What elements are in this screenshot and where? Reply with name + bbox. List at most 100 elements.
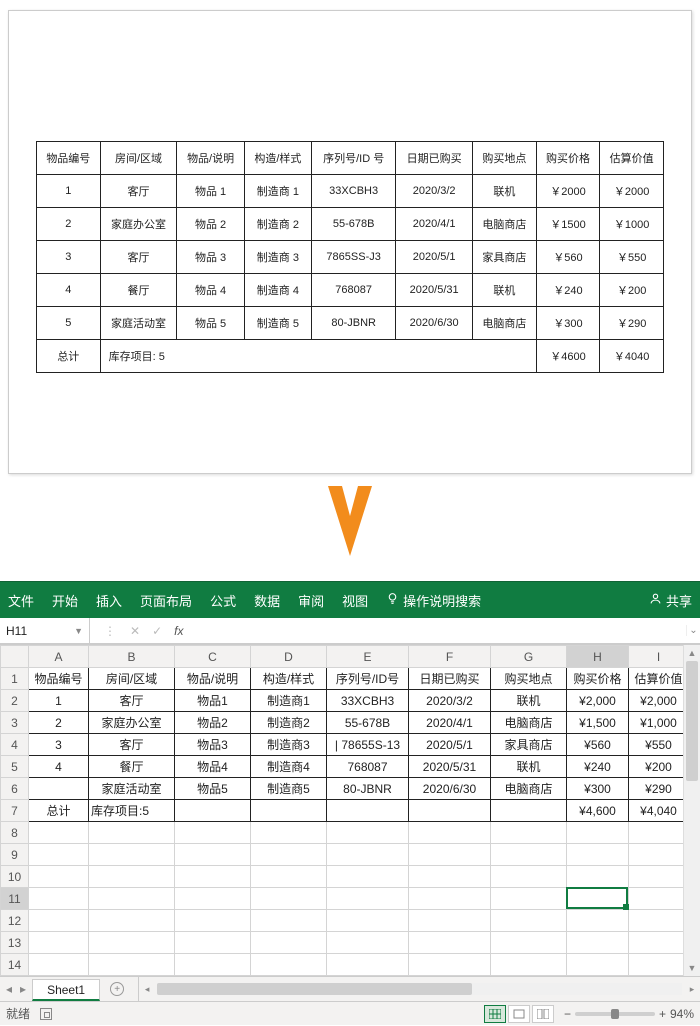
- cell[interactable]: [567, 888, 629, 910]
- zoom-slider[interactable]: − + 94%: [564, 1007, 694, 1021]
- cell[interactable]: 序列号/ID号: [327, 668, 409, 690]
- tell-me[interactable]: 操作说明搜索: [386, 591, 481, 610]
- cell[interactable]: 33XCBH3: [327, 690, 409, 712]
- col-header-E[interactable]: E: [327, 646, 409, 668]
- zoom-level[interactable]: 94%: [670, 1007, 694, 1021]
- cell[interactable]: [29, 778, 89, 800]
- ribbon-tab-insert[interactable]: 插入: [96, 591, 122, 610]
- name-box[interactable]: H11 ▼: [0, 618, 90, 643]
- ribbon-tab-home[interactable]: 开始: [52, 591, 78, 610]
- cell[interactable]: [491, 932, 567, 954]
- cell[interactable]: [491, 910, 567, 932]
- row-header-10[interactable]: 10: [1, 866, 29, 888]
- cell[interactable]: 总计: [29, 800, 89, 822]
- cell[interactable]: 物品编号: [29, 668, 89, 690]
- record-macro-icon[interactable]: [40, 1008, 52, 1020]
- cell[interactable]: 家具商店: [491, 734, 567, 756]
- cell[interactable]: | 78655S-13: [327, 734, 409, 756]
- tab-nav-next-icon[interactable]: ▸: [20, 982, 26, 996]
- cell[interactable]: [629, 844, 684, 866]
- cell[interactable]: 3: [29, 734, 89, 756]
- zoom-in-icon[interactable]: +: [659, 1007, 666, 1021]
- cell[interactable]: [629, 822, 684, 844]
- col-header-G[interactable]: G: [491, 646, 567, 668]
- ribbon-tab-file[interactable]: 文件: [8, 591, 34, 610]
- expand-icon[interactable]: ⌄: [686, 625, 700, 636]
- cell[interactable]: [567, 910, 629, 932]
- cell[interactable]: 客厅: [89, 734, 175, 756]
- cell[interactable]: 制造商1: [251, 690, 327, 712]
- cell[interactable]: ¥240: [567, 756, 629, 778]
- cell[interactable]: [251, 844, 327, 866]
- col-header-B[interactable]: B: [89, 646, 175, 668]
- zoom-out-icon[interactable]: −: [564, 1007, 571, 1021]
- cell[interactable]: [491, 866, 567, 888]
- cell[interactable]: [629, 910, 684, 932]
- scroll-down-icon[interactable]: ▼: [684, 960, 700, 976]
- col-header-F[interactable]: F: [409, 646, 491, 668]
- cell[interactable]: [175, 910, 251, 932]
- cell[interactable]: [251, 866, 327, 888]
- row-header-2[interactable]: 2: [1, 690, 29, 712]
- cell[interactable]: [175, 888, 251, 910]
- cell[interactable]: 物品3: [175, 734, 251, 756]
- cell[interactable]: ¥2,000: [629, 690, 684, 712]
- ribbon-tab-data[interactable]: 数据: [254, 591, 280, 610]
- cell[interactable]: [89, 910, 175, 932]
- cell[interactable]: [251, 800, 327, 822]
- cell[interactable]: 餐厅: [89, 756, 175, 778]
- cell[interactable]: 制造商3: [251, 734, 327, 756]
- cell[interactable]: 购买价格: [567, 668, 629, 690]
- cell[interactable]: [629, 932, 684, 954]
- horizontal-scrollbar[interactable]: ◂ ▸: [138, 977, 700, 1001]
- spreadsheet-grid[interactable]: A B C D E F G H I 1物品编号房间/区域物品/说明构造/样式序列…: [0, 645, 683, 976]
- cell[interactable]: [567, 954, 629, 976]
- cell[interactable]: [491, 800, 567, 822]
- cell[interactable]: 联机: [491, 690, 567, 712]
- cell[interactable]: 55-678B: [327, 712, 409, 734]
- row-header-13[interactable]: 13: [1, 932, 29, 954]
- cell[interactable]: 构造/样式: [251, 668, 327, 690]
- cell[interactable]: 768087: [327, 756, 409, 778]
- page-layout-view-button[interactable]: [508, 1005, 530, 1023]
- hscroll-thumb[interactable]: [157, 983, 472, 995]
- cell[interactable]: [89, 932, 175, 954]
- ribbon-tab-layout[interactable]: 页面布局: [140, 591, 192, 610]
- cell[interactable]: [327, 844, 409, 866]
- cell[interactable]: [491, 822, 567, 844]
- cell[interactable]: 2020/3/2: [409, 690, 491, 712]
- sheet-tab-sheet1[interactable]: Sheet1: [32, 979, 100, 1001]
- cell[interactable]: ¥2,000: [567, 690, 629, 712]
- cell[interactable]: [175, 822, 251, 844]
- cell[interactable]: ¥1,500: [567, 712, 629, 734]
- share-button[interactable]: 共享: [649, 591, 692, 610]
- vertical-scrollbar[interactable]: ▲ ▼: [683, 645, 700, 976]
- cell[interactable]: [29, 822, 89, 844]
- row-header-12[interactable]: 12: [1, 910, 29, 932]
- cell[interactable]: 制造商4: [251, 756, 327, 778]
- cell[interactable]: 联机: [491, 756, 567, 778]
- cell[interactable]: [175, 932, 251, 954]
- cell[interactable]: 电脑商店: [491, 712, 567, 734]
- cell[interactable]: [629, 866, 684, 888]
- cell[interactable]: [175, 844, 251, 866]
- cell[interactable]: [175, 866, 251, 888]
- normal-view-button[interactable]: [484, 1005, 506, 1023]
- scroll-up-icon[interactable]: ▲: [684, 645, 700, 661]
- cell[interactable]: [89, 888, 175, 910]
- zoom-thumb[interactable]: [611, 1009, 619, 1019]
- cell[interactable]: [175, 954, 251, 976]
- cell[interactable]: [409, 888, 491, 910]
- cell[interactable]: 日期已购买: [409, 668, 491, 690]
- cell[interactable]: 物品5: [175, 778, 251, 800]
- fx-icon[interactable]: fx: [168, 624, 189, 638]
- cell[interactable]: [409, 866, 491, 888]
- select-all-corner[interactable]: [1, 646, 29, 668]
- cell[interactable]: ¥4,040: [629, 800, 684, 822]
- row-header-14[interactable]: 14: [1, 954, 29, 976]
- cell[interactable]: [491, 954, 567, 976]
- cell[interactable]: 物品1: [175, 690, 251, 712]
- cell[interactable]: [409, 800, 491, 822]
- cell[interactable]: [251, 888, 327, 910]
- cell[interactable]: [409, 954, 491, 976]
